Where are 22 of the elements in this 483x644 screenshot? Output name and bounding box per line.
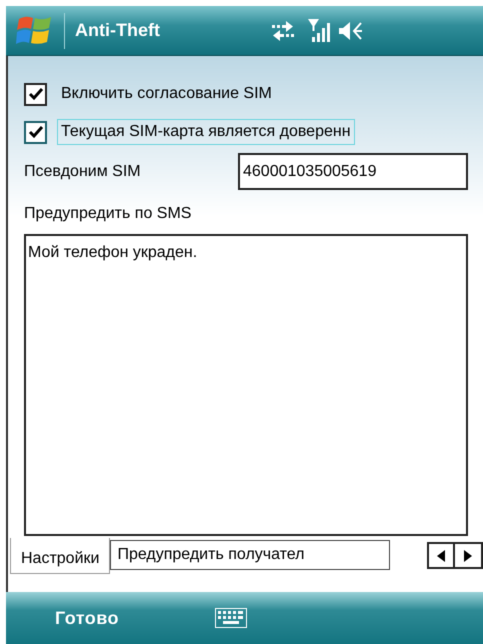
signal-icon[interactable] [308, 18, 330, 42]
tab[interactable]: Настройки [10, 538, 110, 574]
speaker-icon[interactable] [338, 20, 364, 42]
done-softkey[interactable]: Готово [55, 604, 119, 632]
check-icon [28, 125, 44, 139]
keyboard-icon[interactable] [214, 608, 247, 628]
tab[interactable]: Предупредить получател [110, 540, 390, 570]
left-arrow-icon [437, 550, 445, 562]
check-icon [28, 87, 44, 101]
window-title: Anti-Theft [75, 19, 160, 42]
message-text-area[interactable]: Мой телефон украден. [24, 234, 468, 536]
sync-icon[interactable] [270, 20, 296, 40]
right-arrow-icon [464, 550, 472, 562]
checkbox-label[interactable]: Включить согласование SIM [57, 81, 276, 107]
checkbox[interactable] [24, 120, 47, 144]
scroll-left-button[interactable] [427, 542, 455, 569]
input-field[interactable]: 460001035005619 [238, 153, 468, 190]
scroll-right-button[interactable] [455, 542, 483, 569]
field-label: Псевдоним SIM [24, 162, 142, 182]
field-label: Предупредить по SMS [24, 204, 192, 224]
checkbox-label[interactable]: Текущая SIM-карта является доверенн [57, 119, 355, 145]
checkbox[interactable] [24, 82, 47, 106]
